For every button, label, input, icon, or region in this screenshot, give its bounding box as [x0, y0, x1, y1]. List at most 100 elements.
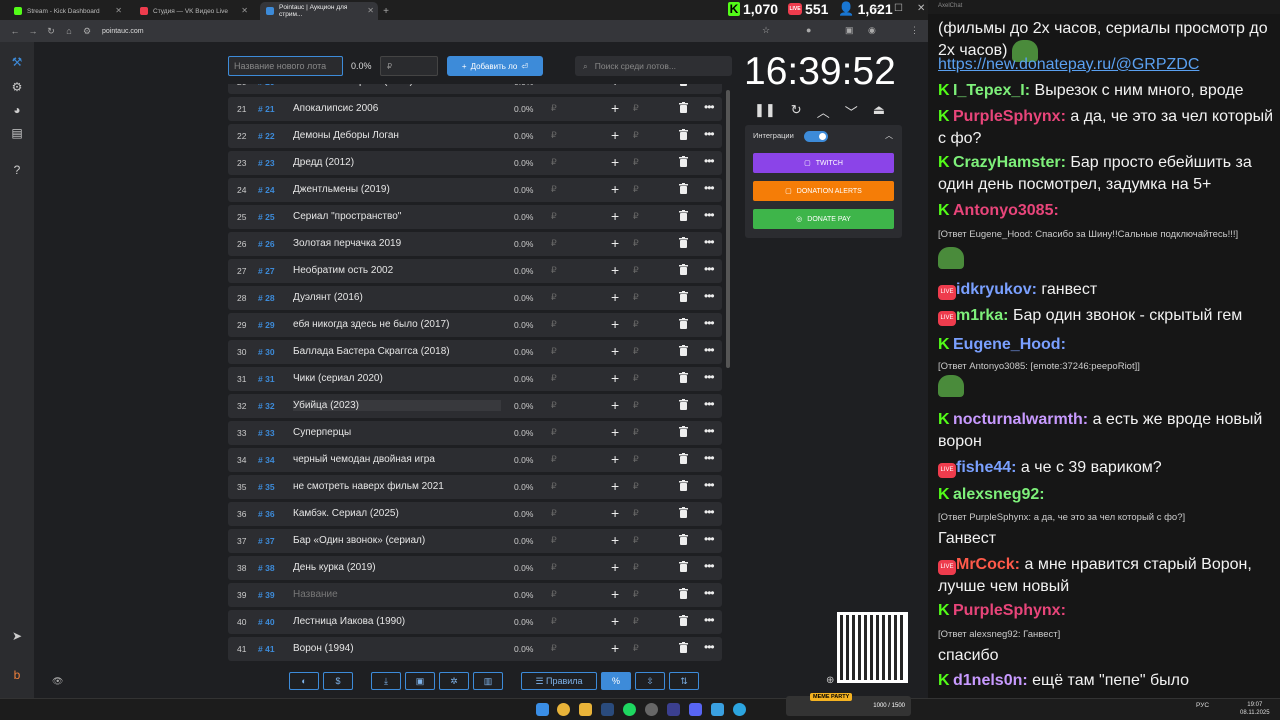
chevron-up-icon[interactable]: ︿	[817, 102, 830, 121]
new-lot-name-input[interactable]: Название нового лота	[228, 56, 343, 76]
more-options-icon[interactable]: •••	[704, 127, 715, 141]
lot-name-input[interactable]: Сериал "пространство"	[293, 211, 501, 222]
trash-icon[interactable]	[679, 129, 688, 140]
add-amount-icon[interactable]: +	[611, 424, 619, 440]
lot-amount-field[interactable]: ₽	[551, 184, 557, 195]
lot-row[interactable]: 30 # 30 Баллада Бастера Скраггса (2018) 0.0…	[228, 340, 722, 364]
lot-extra-amount-field[interactable]: ₽	[633, 535, 639, 546]
extension-icon[interactable]: ●	[806, 25, 811, 35]
app-icon[interactable]	[667, 703, 680, 716]
save-button[interactable]: ▣	[405, 672, 435, 690]
chat-username[interactable]: CrazyHamster:	[953, 154, 1066, 171]
more-options-icon[interactable]: •••	[704, 343, 715, 357]
url-field[interactable]: pointauc.com	[102, 28, 144, 35]
donate-button[interactable]: $	[323, 672, 353, 690]
puzzle-icon[interactable]: ▣	[845, 25, 854, 36]
add-amount-icon[interactable]: +	[611, 208, 619, 224]
lot-row[interactable]: 34 # 34 черный чемодан двойная игра 0.0% ₽ + ₽…	[228, 448, 722, 472]
percent-button[interactable]: %	[601, 672, 631, 690]
lot-amount-field[interactable]: ₽	[551, 454, 557, 465]
add-amount-icon[interactable]: +	[611, 127, 619, 143]
tab-pointauc[interactable]: Pointauc | Аукцион для стрим... ✕	[260, 2, 378, 20]
add-amount-icon[interactable]: +	[611, 370, 619, 386]
bug-button[interactable]: ✲	[439, 672, 469, 690]
lot-amount-field[interactable]: ₽	[551, 292, 557, 303]
chevron-down-icon[interactable]: ﹀	[845, 102, 858, 121]
telegram-taskbar-icon[interactable]	[733, 703, 746, 716]
donate-pay-button[interactable]: ◎ DONATE PAY	[753, 209, 894, 229]
eye-icon[interactable]: 👁	[52, 676, 63, 687]
rules-button[interactable]: ☰ Правила	[521, 672, 597, 690]
lot-extra-amount-field[interactable]: ₽	[633, 346, 639, 357]
more-options-icon[interactable]: •••	[704, 289, 715, 303]
chat-username[interactable]: I_Tepex_I:	[953, 82, 1030, 99]
telegram-icon[interactable]: ➤	[9, 628, 25, 644]
lot-row[interactable]: 39 # 39 Название 0.0% ₽ + ₽ •••	[228, 583, 722, 607]
lot-extra-amount-field[interactable]: ₽	[633, 292, 639, 303]
lot-amount-field[interactable]: ₽	[551, 157, 557, 168]
lot-row[interactable]: 24 # 24 Джентльмены (2019) 0.0% ₽ + ₽ •••	[228, 178, 722, 202]
trash-icon[interactable]	[679, 615, 688, 626]
lot-amount-field[interactable]: ₽	[551, 238, 557, 249]
new-tab-button[interactable]: +	[378, 2, 394, 20]
add-amount-icon[interactable]: +	[611, 613, 619, 629]
reload-icon[interactable]: ↻	[42, 26, 60, 37]
lot-name-input[interactable]: ебя никогда здесь не было (2017)	[293, 319, 501, 330]
sort-button[interactable]: ⇅	[669, 672, 699, 690]
more-options-icon[interactable]: •••	[704, 613, 715, 627]
lot-amount-field[interactable]: ₽	[551, 427, 557, 438]
lot-name-input[interactable]: Необратим ость 2002	[293, 265, 501, 276]
lot-row[interactable]: 41 # 41 Ворон (1994) 0.0% ₽ + ₽ •••	[228, 637, 722, 661]
trash-icon[interactable]	[679, 507, 688, 518]
github-button[interactable]: ◐	[289, 672, 319, 690]
download-button[interactable]: ⤓	[371, 672, 401, 690]
chat-username[interactable]: Eugene_Hood:	[953, 336, 1066, 353]
lot-name-input[interactable]: не смотреть наверх фильм 2021	[293, 481, 501, 492]
lot-extra-amount-field[interactable]: ₽	[633, 184, 639, 195]
more-options-icon[interactable]: •••	[704, 100, 715, 114]
chevron-up-icon[interactable]: ︿	[885, 130, 893, 141]
add-amount-icon[interactable]: +	[611, 451, 619, 467]
more-options-icon[interactable]: •••	[704, 84, 715, 87]
lot-row[interactable]: 36 # 36 Камбэк. Сериал (2025) 0.0% ₽ + ₽ •••	[228, 502, 722, 526]
chat-username[interactable]: PurpleSphynx:	[953, 602, 1066, 619]
lot-row[interactable]: 33 # 33 Суперперцы 0.0% ₽ + ₽ •••	[228, 421, 722, 445]
lot-name-input[interactable]: Камбэк. Сериал (2025)	[293, 508, 501, 519]
lot-name-input[interactable]: Название	[293, 589, 501, 600]
close-icon[interactable]: ✕	[367, 6, 374, 15]
add-amount-icon[interactable]: +	[611, 235, 619, 251]
lot-extra-amount-field[interactable]: ₽	[633, 643, 639, 654]
add-amount-icon[interactable]: +	[611, 586, 619, 602]
language-indicator[interactable]: РУС	[1196, 702, 1209, 709]
trash-icon[interactable]	[679, 561, 688, 572]
chat-username[interactable]: d1nels0n:	[953, 672, 1028, 689]
add-amount-icon[interactable]: +	[611, 181, 619, 197]
spotify-icon[interactable]	[623, 703, 636, 716]
obs-icon[interactable]	[645, 703, 658, 716]
add-amount-icon[interactable]: +	[611, 316, 619, 332]
lot-list-scrollbar[interactable]	[726, 90, 730, 368]
trash-icon[interactable]	[679, 372, 688, 383]
trash-icon[interactable]	[679, 156, 688, 167]
lot-amount-field[interactable]: ₽	[551, 103, 557, 114]
history-icon[interactable]: ▤	[9, 125, 25, 141]
lot-row[interactable]: 29 # 29 ебя никогда здесь не было (2017) 0.…	[228, 313, 722, 337]
more-options-icon[interactable]: •••	[704, 154, 715, 168]
trash-icon[interactable]	[679, 102, 688, 113]
more-options-icon[interactable]: •••	[704, 370, 715, 384]
lot-name-input[interactable]: Ворон (1994)	[293, 643, 501, 654]
lot-name-input[interactable]: Дуэлянт (2016)	[293, 292, 501, 303]
maximize-icon[interactable]: ☐	[894, 3, 903, 14]
add-amount-icon[interactable]: +	[611, 100, 619, 116]
lot-extra-amount-field[interactable]: ₽	[633, 427, 639, 438]
clear-button[interactable]: ▥	[473, 672, 503, 690]
lot-extra-amount-field[interactable]: ₽	[633, 481, 639, 492]
trash-icon[interactable]	[679, 264, 688, 275]
link-text[interactable]: https://new.donatepay.ru/@GRPZDC	[938, 56, 1199, 73]
more-options-icon[interactable]: •••	[704, 262, 715, 276]
chat-username[interactable]: idkryukov:	[956, 281, 1037, 298]
lot-row[interactable]: 28 # 28 Дуэлянт (2016) 0.0% ₽ + ₽ •••	[228, 286, 722, 310]
lot-name-input[interactable]: Баллада Бастера Скраггса (2018)	[293, 346, 501, 357]
lot-extra-amount-field[interactable]: ₽	[633, 562, 639, 573]
add-amount-icon[interactable]: +	[611, 343, 619, 359]
